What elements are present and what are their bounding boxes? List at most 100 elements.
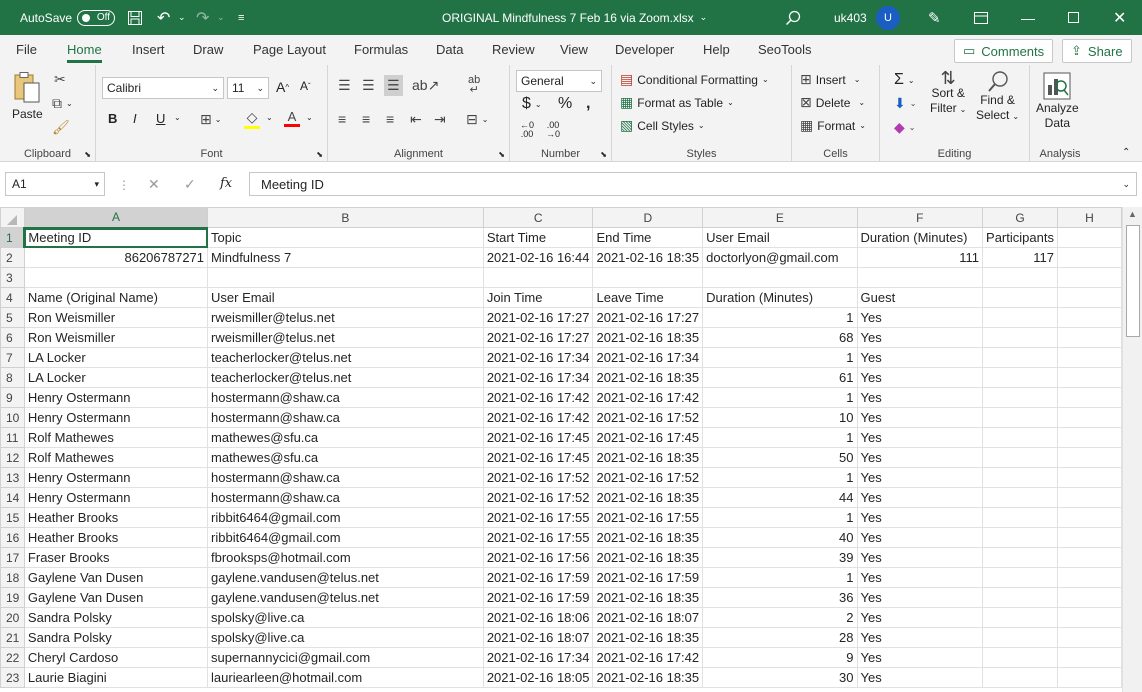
cell-f16[interactable]: Yes bbox=[856, 527, 984, 548]
cell-a9[interactable]: Henry Ostermann bbox=[23, 387, 209, 408]
cell-d17[interactable]: 2021-02-16 18:35 bbox=[592, 547, 704, 568]
collapse-ribbon-icon[interactable]: ⌃ bbox=[1122, 147, 1130, 158]
cell-h23[interactable] bbox=[1056, 667, 1122, 688]
cell-c4[interactable]: Join Time bbox=[482, 287, 594, 308]
cell-a8[interactable]: LA Locker bbox=[23, 367, 209, 388]
cell-e17[interactable]: 39 bbox=[702, 547, 858, 568]
cell-h9[interactable] bbox=[1056, 387, 1122, 408]
cell-g9[interactable] bbox=[982, 387, 1058, 408]
cell-e18[interactable]: 1 bbox=[702, 567, 858, 588]
cell-e6[interactable]: 68 bbox=[702, 327, 858, 348]
row-header[interactable]: 12 bbox=[0, 447, 25, 468]
decrease-indent-icon[interactable]: ⇤ bbox=[410, 111, 422, 128]
cell-h15[interactable] bbox=[1056, 507, 1122, 528]
cell-h3[interactable] bbox=[1056, 267, 1122, 288]
cell-g10[interactable] bbox=[982, 407, 1058, 428]
cell-a4[interactable]: Name (Original Name) bbox=[23, 287, 209, 308]
cell-a10[interactable]: Henry Ostermann bbox=[23, 407, 209, 428]
decrease-font-icon[interactable]: Aˇ bbox=[300, 79, 311, 93]
cell-b21[interactable]: spolsky@live.ca bbox=[207, 627, 484, 648]
row-header[interactable]: 22 bbox=[0, 647, 25, 668]
cell-h12[interactable] bbox=[1056, 447, 1122, 468]
cell-d6[interactable]: 2021-02-16 18:35 bbox=[592, 327, 704, 348]
cell-f23[interactable]: Yes bbox=[856, 667, 984, 688]
tab-draw[interactable]: Draw bbox=[193, 35, 223, 65]
cell-f11[interactable]: Yes bbox=[856, 427, 984, 448]
cell-f2[interactable]: 111 bbox=[856, 247, 984, 268]
close-icon[interactable]: ✕ bbox=[1113, 0, 1126, 35]
cell-e13[interactable]: 1 bbox=[702, 467, 858, 488]
borders-icon[interactable]: ⊞ ⌄ bbox=[200, 111, 221, 128]
autosum-icon[interactable]: Σ ⌄ bbox=[894, 71, 915, 89]
cell-g18[interactable] bbox=[982, 567, 1058, 588]
formula-input[interactable]: Meeting ID ⌄ bbox=[249, 172, 1137, 196]
cell-b17[interactable]: fbrooksps@hotmail.com bbox=[207, 547, 484, 568]
cell-a7[interactable]: LA Locker bbox=[23, 347, 209, 368]
row-header[interactable]: 16 bbox=[0, 527, 25, 548]
cell-a2[interactable]: 86206787271 bbox=[23, 247, 209, 268]
row-header[interactable]: 13 bbox=[0, 467, 25, 488]
align-middle-icon[interactable]: ☰ bbox=[362, 77, 375, 94]
cell-f12[interactable]: Yes bbox=[856, 447, 984, 468]
cell-f4[interactable]: Guest bbox=[856, 287, 984, 308]
tab-help[interactable]: Help bbox=[703, 35, 730, 65]
cell-d19[interactable]: 2021-02-16 18:35 bbox=[592, 587, 704, 608]
underline-dropdown-icon[interactable]: ⌄ bbox=[174, 113, 181, 122]
cell-f18[interactable]: Yes bbox=[856, 567, 984, 588]
sort-filter-button[interactable]: ⇅ Sort & Filter ⌄ bbox=[930, 69, 966, 117]
cell-g16[interactable] bbox=[982, 527, 1058, 548]
cell-c9[interactable]: 2021-02-16 17:42 bbox=[482, 387, 594, 408]
cell-b7[interactable]: teacherlocker@telus.net bbox=[207, 347, 484, 368]
increase-decimal-icon[interactable]: ←0.00 bbox=[520, 121, 534, 139]
cell-b10[interactable]: hostermann@shaw.ca bbox=[207, 407, 484, 428]
cell-g7[interactable] bbox=[982, 347, 1058, 368]
font-name-select[interactable]: Calibri ⌄ bbox=[102, 77, 224, 99]
tab-home[interactable]: Home bbox=[67, 35, 102, 65]
number-format-select[interactable]: General ⌄ bbox=[516, 70, 602, 92]
cell-h8[interactable] bbox=[1056, 367, 1122, 388]
cell-d4[interactable]: Leave Time bbox=[592, 287, 704, 308]
row-header[interactable]: 14 bbox=[0, 487, 25, 508]
row-header[interactable]: 2 bbox=[0, 247, 25, 268]
cut-icon[interactable]: ✂ bbox=[54, 71, 66, 88]
cell-g14[interactable] bbox=[982, 487, 1058, 508]
cell-d8[interactable]: 2021-02-16 18:35 bbox=[592, 367, 704, 388]
clipboard-launcher-icon[interactable]: ⬊ bbox=[84, 150, 91, 159]
cell-e7[interactable]: 1 bbox=[702, 347, 858, 368]
scroll-up-icon[interactable]: ▲ bbox=[1128, 209, 1137, 219]
cell-a21[interactable]: Sandra Polsky bbox=[23, 627, 209, 648]
row-header[interactable]: 11 bbox=[0, 427, 25, 448]
cell-e15[interactable]: 1 bbox=[702, 507, 858, 528]
cell-h16[interactable] bbox=[1056, 527, 1122, 548]
cell-a22[interactable]: Cheryl Cardoso bbox=[23, 647, 209, 668]
cell-d2[interactable]: 2021-02-16 18:35 bbox=[592, 247, 704, 268]
cell-g1[interactable]: Participants bbox=[982, 227, 1058, 248]
cell-g23[interactable] bbox=[982, 667, 1058, 688]
number-launcher-icon[interactable]: ⬊ bbox=[600, 150, 607, 159]
undo-icon[interactable]: ↶ bbox=[157, 0, 170, 35]
column-header-g[interactable]: G bbox=[982, 207, 1058, 228]
vertical-scrollbar[interactable]: ▲ bbox=[1122, 207, 1142, 692]
cell-e23[interactable]: 30 bbox=[702, 667, 858, 688]
customize-qat-icon[interactable]: ≡ bbox=[238, 0, 244, 35]
find-select-button[interactable]: Find & Select ⌄ bbox=[976, 71, 1019, 124]
row-header[interactable]: 20 bbox=[0, 607, 25, 628]
cell-a17[interactable]: Fraser Brooks bbox=[23, 547, 209, 568]
cell-d18[interactable]: 2021-02-16 17:59 bbox=[592, 567, 704, 588]
font-launcher-icon[interactable]: ⬊ bbox=[316, 150, 323, 159]
tab-formulas[interactable]: Formulas bbox=[354, 35, 408, 65]
underline-button[interactable]: U bbox=[156, 111, 165, 126]
cell-b11[interactable]: mathewes@sfu.ca bbox=[207, 427, 484, 448]
cell-h14[interactable] bbox=[1056, 487, 1122, 508]
fill-color-icon[interactable]: ◇ bbox=[244, 109, 260, 129]
cell-c20[interactable]: 2021-02-16 18:06 bbox=[482, 607, 594, 628]
cell-b20[interactable]: spolsky@live.ca bbox=[207, 607, 484, 628]
cell-h21[interactable] bbox=[1056, 627, 1122, 648]
column-header-b[interactable]: B bbox=[207, 207, 484, 228]
cell-f22[interactable]: Yes bbox=[856, 647, 984, 668]
cell-c1[interactable]: Start Time bbox=[482, 227, 594, 248]
cell-e21[interactable]: 28 bbox=[702, 627, 858, 648]
cell-e22[interactable]: 9 bbox=[702, 647, 858, 668]
cell-a14[interactable]: Henry Ostermann bbox=[23, 487, 209, 508]
cell-a16[interactable]: Heather Brooks bbox=[23, 527, 209, 548]
